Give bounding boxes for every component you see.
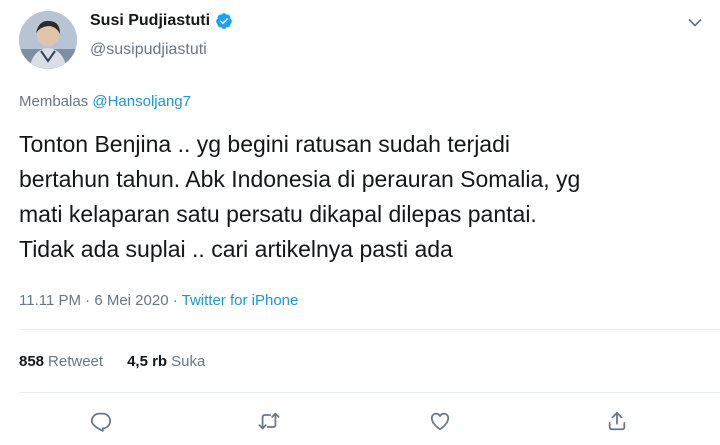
like-stat[interactable]: 4,5 rb Suka xyxy=(127,353,205,370)
tweet-source-link[interactable]: Twitter for iPhone xyxy=(182,292,299,309)
action-bar xyxy=(0,405,720,437)
tweet-date[interactable]: 6 Mei 2020 xyxy=(94,292,168,309)
retweet-icon[interactable] xyxy=(253,405,285,437)
meta-separator: · xyxy=(85,292,91,309)
tweet-stats: 858 Retweet 4,5 rb Suka xyxy=(19,353,229,370)
verified-badge-icon xyxy=(215,12,233,30)
retweet-stat-label: Retweet xyxy=(48,353,104,370)
divider xyxy=(19,329,720,330)
reply-icon[interactable] xyxy=(85,405,117,437)
like-stat-label: Suka xyxy=(171,353,206,370)
display-name[interactable]: Susi Pudjiastuti xyxy=(90,12,210,30)
share-icon[interactable] xyxy=(601,405,633,437)
user-handle[interactable]: @susipudjiastuti xyxy=(90,41,207,59)
reply-prefix: Membalas xyxy=(19,93,89,110)
avatar[interactable] xyxy=(19,11,77,69)
reply-context: Membalas @Hansoljang7 xyxy=(19,93,191,110)
tweet-text: Tonton Benjina .. yg begini ratusan suda… xyxy=(19,131,581,262)
name-row: Susi Pudjiastuti xyxy=(90,12,233,30)
retweet-count: 858 xyxy=(19,353,45,370)
retweet-stat[interactable]: 858 Retweet xyxy=(19,353,103,370)
tweet-time[interactable]: 11.11 PM xyxy=(19,292,81,309)
meta-separator: · xyxy=(172,292,178,309)
like-icon[interactable] xyxy=(424,405,456,437)
reply-mention-link[interactable]: @Hansoljang7 xyxy=(92,93,191,110)
divider xyxy=(19,392,720,393)
chevron-down-icon[interactable] xyxy=(688,16,702,30)
tweet-header: Susi Pudjiastuti @susipudjiastuti xyxy=(0,0,720,80)
tweet-metadata: 11.11 PM · 6 Mei 2020 · Twitter for iPho… xyxy=(19,292,298,309)
profile-photo-icon xyxy=(19,11,77,69)
like-count: 4,5 rb xyxy=(127,353,168,370)
